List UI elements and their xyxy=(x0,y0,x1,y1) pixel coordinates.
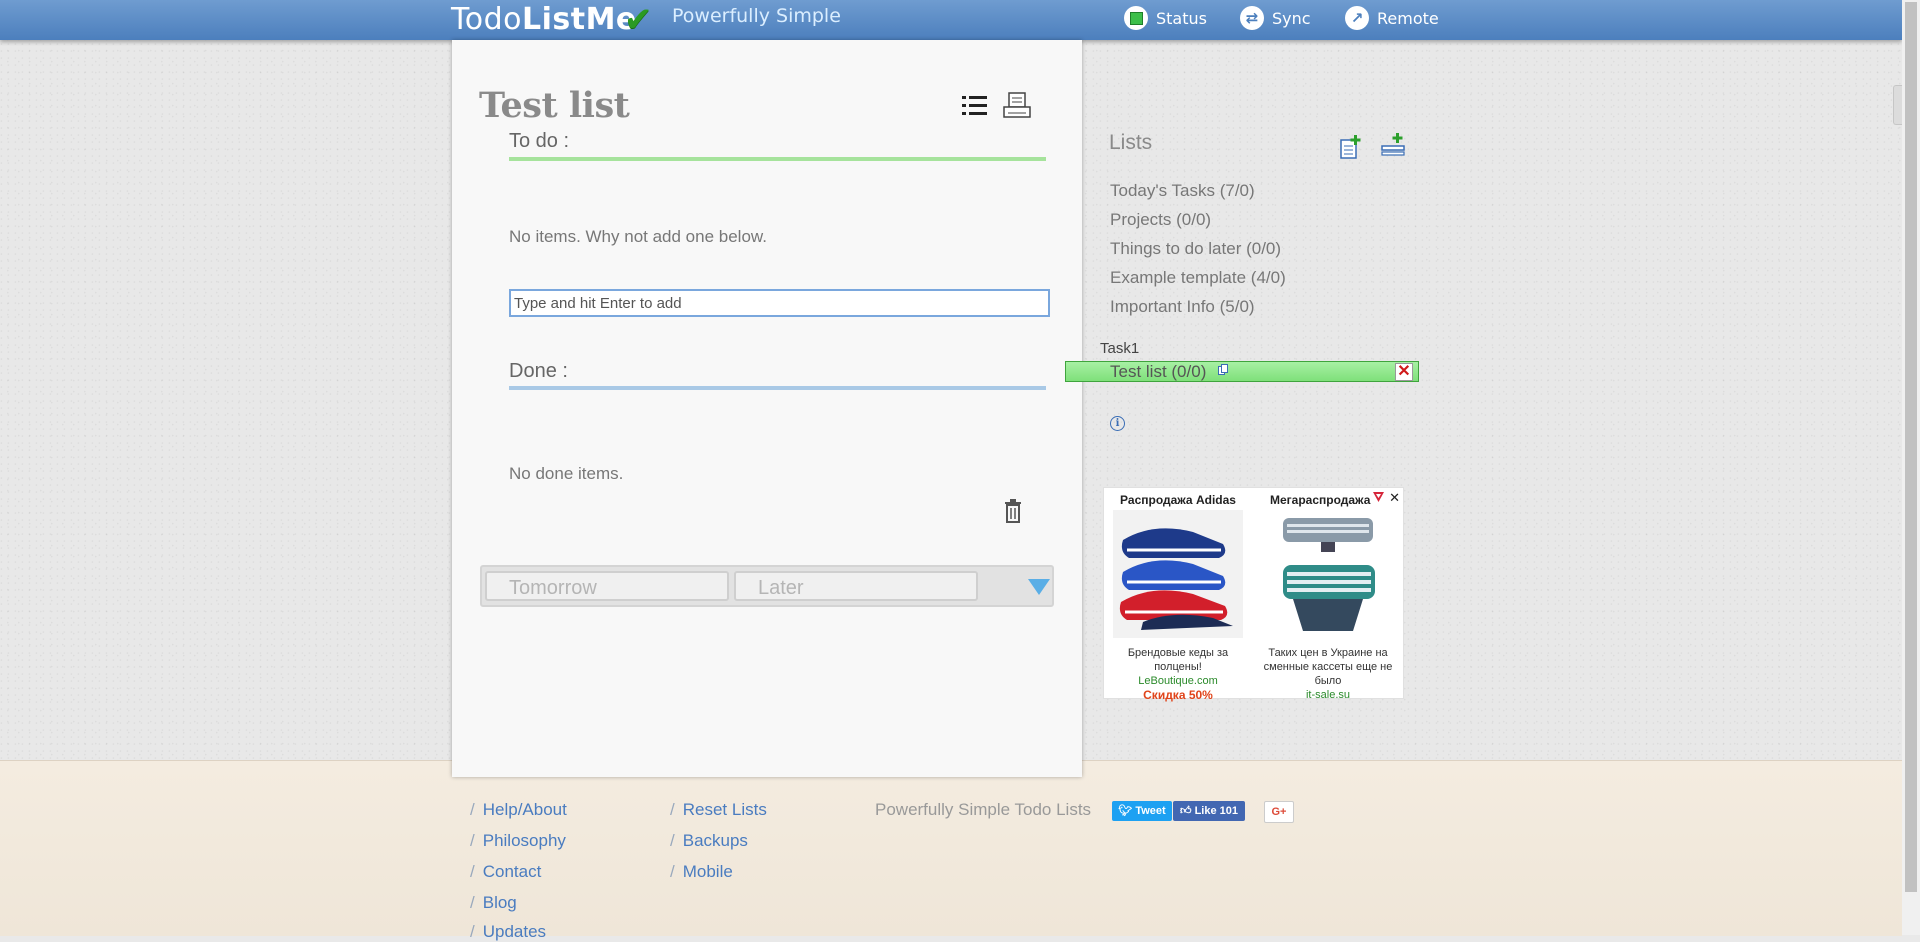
status-label: Status xyxy=(1156,8,1207,28)
footer-link-updates-label: Updates xyxy=(482,922,547,941)
like-label: Like 101 xyxy=(1194,805,1238,817)
ad-left-promo: Скидка 50% xyxy=(1143,688,1213,702)
ad-close-icon[interactable]: ✕ xyxy=(1389,490,1400,506)
footer-link-backups[interactable]: / Backups xyxy=(670,831,748,851)
remote-label: Remote xyxy=(1377,8,1439,28)
scrollbar-thumb[interactable] xyxy=(1905,2,1917,892)
done-divider xyxy=(509,386,1046,390)
add-item-input[interactable] xyxy=(509,289,1050,317)
razor-image[interactable] xyxy=(1263,510,1393,638)
footer-link-reset-lists-label: Reset Lists xyxy=(682,800,767,819)
facebook-like-button[interactable]: 👍︎ Like 101 xyxy=(1173,801,1245,821)
ad-left-domain[interactable]: LeBoutique.com xyxy=(1104,674,1252,688)
footer-link-backups-label: Backups xyxy=(682,831,748,850)
footer-link-help[interactable]: / Help/About xyxy=(470,800,567,820)
ad-right-text: Таких цен в Украине на сменные кассеты е… xyxy=(1263,647,1393,687)
footer-tagline: Powerfully Simple Todo Lists xyxy=(875,800,1092,819)
footer-link-mobile-label: Mobile xyxy=(682,862,733,881)
later-button[interactable]: Later xyxy=(734,571,978,601)
sneakers-image[interactable] xyxy=(1113,510,1243,638)
todo-divider xyxy=(509,157,1046,161)
footer-background xyxy=(0,760,1902,936)
sidebar-list-important-info[interactable]: Important Info (5/0) xyxy=(1110,297,1255,317)
sync-label: Sync xyxy=(1272,8,1311,28)
todo-heading: To do : xyxy=(509,130,570,152)
trash-icon[interactable] xyxy=(1003,499,1023,523)
app-logo[interactable]: TodoListMe xyxy=(451,2,637,37)
logo-light-text: Todo xyxy=(451,2,522,37)
tweet-button[interactable]: 🐦︎ Tweet xyxy=(1112,801,1172,821)
footer-link-philosophy-label: Philosophy xyxy=(482,831,566,850)
sidebar-list-things-later[interactable]: Things to do later (0/0) xyxy=(1110,239,1281,259)
footer-link-mobile[interactable]: / Mobile xyxy=(670,862,733,882)
remote-icon: ↗ xyxy=(1345,6,1369,30)
ad-left-headline[interactable]: Распродажа Adidas xyxy=(1104,493,1252,507)
sidebar-list-example-template[interactable]: Example template (4/0) xyxy=(1110,268,1286,288)
schedule-bar: Tomorrow Later xyxy=(480,565,1054,607)
top-header: TodoListMe ✔ Powerfully Simple Status ⇄ … xyxy=(0,0,1902,40)
ad-left[interactable]: Распродажа Adidas Брендовые кеды за полц… xyxy=(1104,488,1252,702)
sync-icon: ⇄ xyxy=(1240,6,1264,30)
status-nav[interactable]: Status xyxy=(1124,6,1207,30)
ad-block: Распродажа Adidas Брендовые кеды за полц… xyxy=(1103,487,1404,702)
done-heading: Done : xyxy=(509,360,568,382)
lists-heading: Lists xyxy=(1109,131,1153,154)
info-icon[interactable]: i xyxy=(1110,416,1125,431)
twitter-icon: 🐦︎ xyxy=(1118,805,1133,817)
footer-link-contact[interactable]: / Contact xyxy=(470,862,541,882)
header-slogan: Powerfully Simple xyxy=(672,5,841,27)
ad-right-domain[interactable]: it-sale.su xyxy=(1254,688,1402,702)
list-group-label[interactable]: Task1 xyxy=(1100,340,1139,357)
footer-link-help-label: Help/About xyxy=(482,800,567,819)
list-view-icon[interactable] xyxy=(960,91,990,121)
logo-bold-text: ListMe xyxy=(521,2,637,37)
list-panel: Test list To do : No items. Why not add … xyxy=(452,40,1082,777)
new-category-icon[interactable] xyxy=(1380,132,1406,158)
active-list-item[interactable]: Test list (0/0) ✕ xyxy=(1065,361,1419,382)
new-list-icon[interactable] xyxy=(1338,134,1364,160)
thumbs-up-icon: 👍︎ xyxy=(1180,805,1192,817)
done-empty-message: No done items. xyxy=(509,464,624,483)
remote-nav[interactable]: ↗ Remote xyxy=(1345,6,1439,30)
sync-nav[interactable]: ⇄ Sync xyxy=(1240,6,1311,30)
status-icon xyxy=(1124,6,1148,30)
schedule-dropdown-icon[interactable] xyxy=(1028,579,1050,595)
footer-link-philosophy[interactable]: / Philosophy xyxy=(470,831,566,851)
copy-list-icon[interactable] xyxy=(1218,364,1228,375)
list-title[interactable]: Test list xyxy=(479,85,630,126)
sidebar-list-projects[interactable]: Projects (0/0) xyxy=(1110,210,1211,230)
sidebar-list-todays-tasks[interactable]: Today's Tasks (7/0) xyxy=(1110,181,1255,201)
footer-link-updates[interactable]: / Updates xyxy=(470,922,546,942)
logo-check-icon: ✔ xyxy=(624,1,653,39)
active-list-label: Test list (0/0) xyxy=(1110,362,1207,381)
ad-choices-icon[interactable] xyxy=(1372,491,1385,503)
tweet-label: Tweet xyxy=(1135,805,1166,817)
tomorrow-button[interactable]: Tomorrow xyxy=(485,571,729,601)
ad-left-text: Брендовые кеды за полцены! xyxy=(1127,647,1229,673)
footer-link-contact-label: Contact xyxy=(482,862,542,881)
print-icon[interactable] xyxy=(1002,91,1032,121)
footer-link-blog-label: Blog xyxy=(482,893,517,912)
ad-right[interactable]: Мегараспродажа Таких цен в Украине на см… xyxy=(1254,488,1402,701)
footer-link-reset-lists[interactable]: / Reset Lists xyxy=(670,800,767,820)
todo-empty-message: No items. Why not add one below. xyxy=(509,227,767,246)
google-plus-button[interactable]: G+ xyxy=(1264,801,1294,823)
footer-link-blog[interactable]: / Blog xyxy=(470,893,517,913)
delete-list-icon[interactable]: ✕ xyxy=(1395,363,1413,381)
